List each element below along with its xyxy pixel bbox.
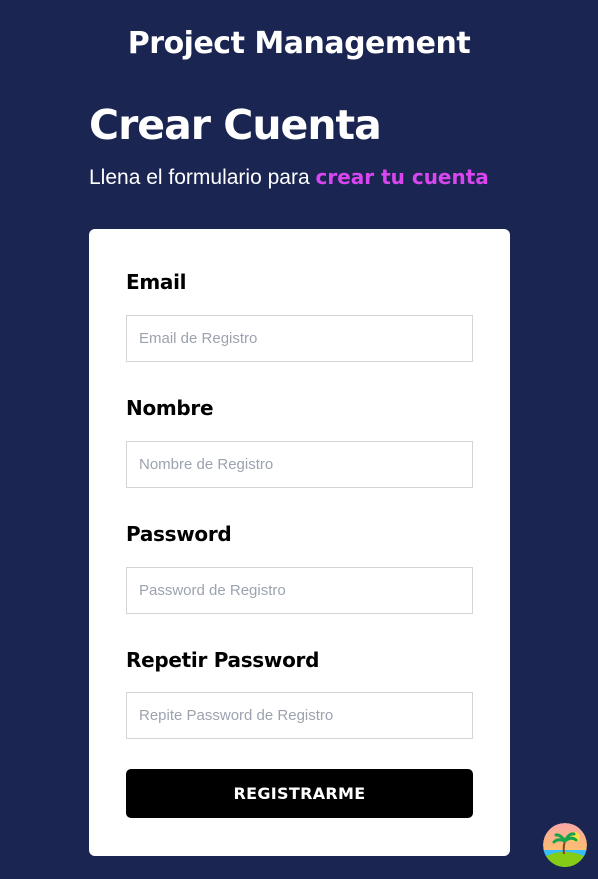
- page-subtitle: Llena el formulario para crear tu cuenta: [89, 162, 489, 193]
- name-label: Nombre: [126, 396, 214, 420]
- password-field[interactable]: [126, 567, 473, 614]
- floating-widget-button[interactable]: [543, 823, 587, 867]
- page-title: Crear Cuenta: [89, 101, 382, 149]
- password-label: Password: [126, 522, 232, 546]
- email-field[interactable]: [126, 315, 473, 362]
- app-title: Project Management: [127, 26, 471, 61]
- register-form: Email Nombre Password Repetir Password R…: [89, 229, 510, 856]
- repeat-password-label: Repetir Password: [126, 648, 320, 672]
- register-button[interactable]: REGISTRARME: [126, 769, 473, 818]
- subtitle-text: Llena el formulario para: [89, 166, 316, 189]
- repeat-password-field[interactable]: [126, 692, 473, 739]
- subtitle-accent: crear tu cuenta: [315, 165, 489, 189]
- island-sunset-icon: [543, 823, 587, 867]
- name-field[interactable]: [126, 441, 473, 488]
- email-label: Email: [126, 270, 187, 294]
